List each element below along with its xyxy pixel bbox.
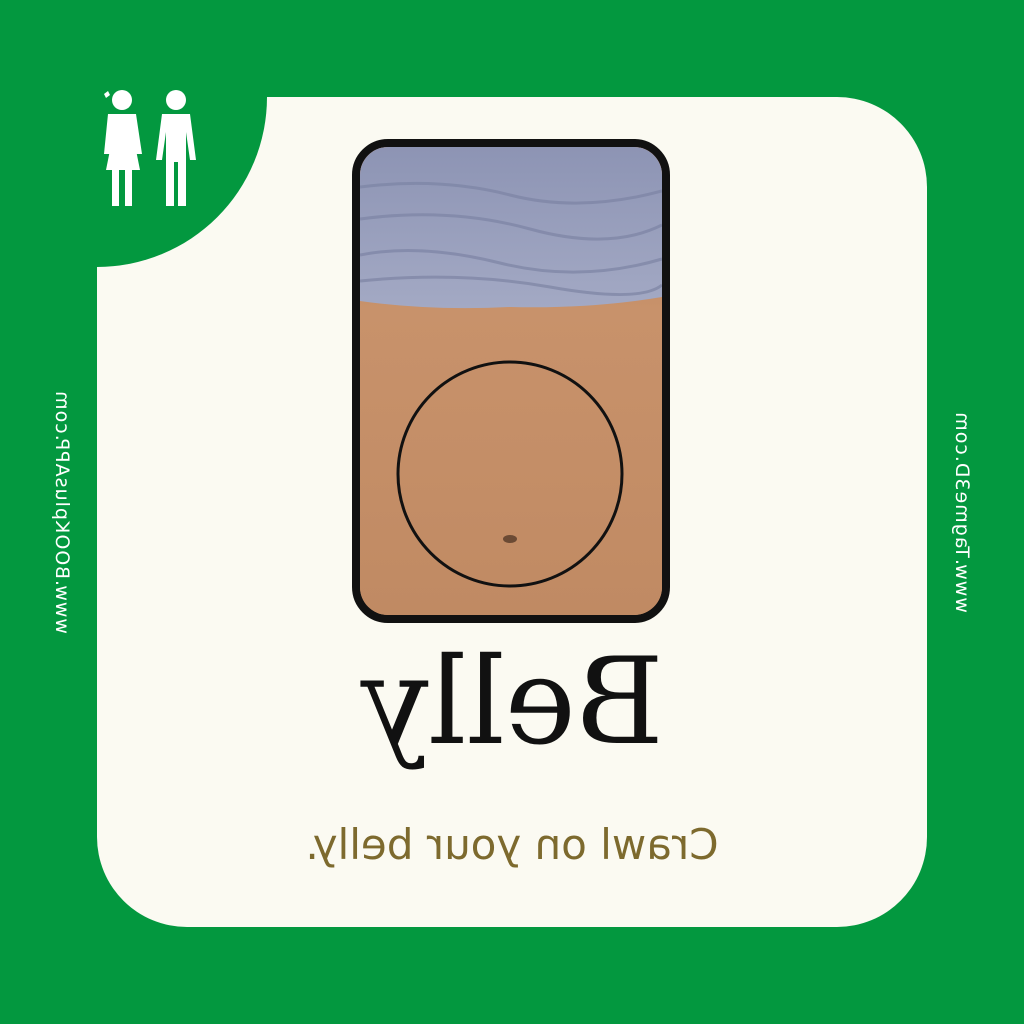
website-right: www.Tagme3D.com — [951, 411, 973, 613]
belly-photo — [352, 139, 670, 623]
people-icon — [104, 90, 196, 206]
word-label: Belly — [360, 633, 664, 772]
caption-text: Crawl on your belly. — [305, 820, 719, 869]
website-left: www.BOOKplusAPP.com — [51, 390, 73, 634]
